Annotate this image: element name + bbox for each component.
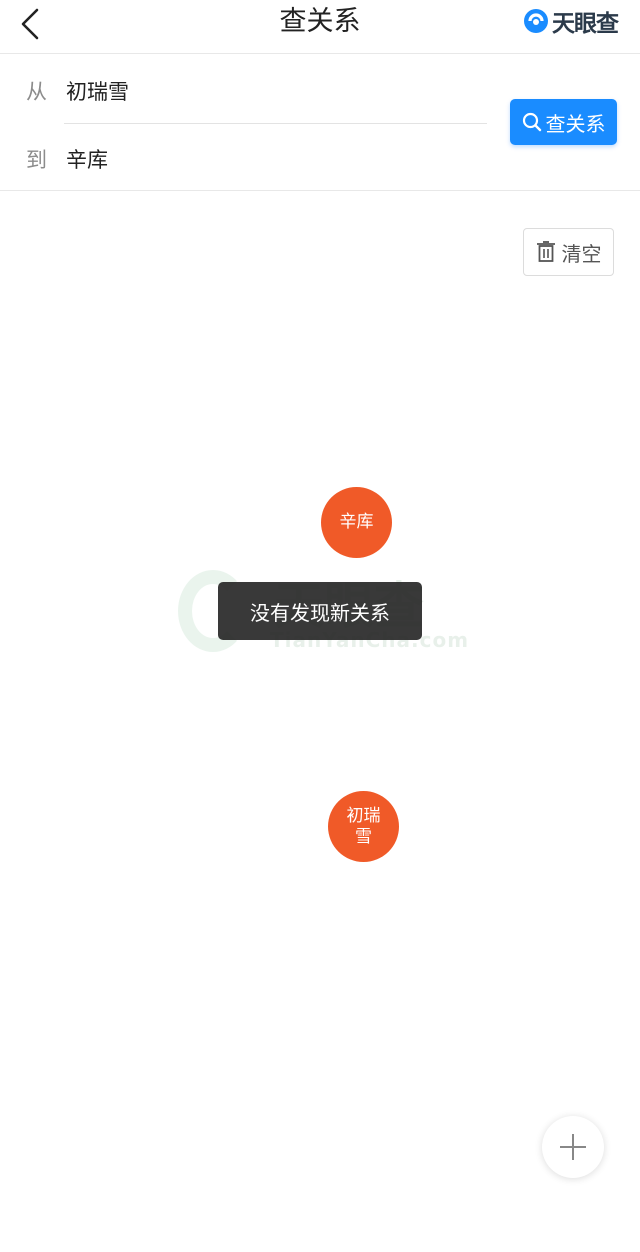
clear-button-label: 清空 <box>561 241 602 266</box>
brand-name: 天眼查 <box>552 11 619 37</box>
toast-text: 没有发现新关系 <box>250 600 390 625</box>
relation-search-form: 从 初瑞雪 到 辛库 查关系 <box>0 55 640 191</box>
to-field[interactable]: 辛库 <box>66 144 108 174</box>
app-header: 查关系 天眼查 <box>0 0 640 54</box>
to-label: 到 <box>26 148 47 172</box>
graph-node-label: 初瑞雪 <box>346 805 381 847</box>
from-field[interactable]: 初瑞雪 <box>66 76 129 106</box>
trash-icon <box>536 241 555 262</box>
toast-message: 没有发现新关系 <box>218 582 422 640</box>
graph-node-label: 辛库 <box>339 512 374 532</box>
search-icon <box>522 112 541 132</box>
tianyancha-logo-icon <box>524 9 548 33</box>
graph-node-from[interactable]: 初瑞雪 <box>328 791 399 862</box>
from-label: 从 <box>26 80 47 104</box>
brand-logo: 天眼查 <box>523 6 619 37</box>
plus-icon <box>560 1134 586 1160</box>
relation-search-screen: 查关系 天眼查 从 初瑞雪 到 辛库 查关系 清空 TianYanCha.com… <box>0 0 640 1252</box>
add-fab-button[interactable] <box>542 1116 604 1178</box>
clear-button[interactable]: 清空 <box>523 228 614 276</box>
graph-node-to[interactable]: 辛库 <box>321 487 392 558</box>
search-button-label: 查关系 <box>545 111 606 136</box>
search-relation-button[interactable]: 查关系 <box>510 99 617 145</box>
form-divider <box>64 123 487 124</box>
